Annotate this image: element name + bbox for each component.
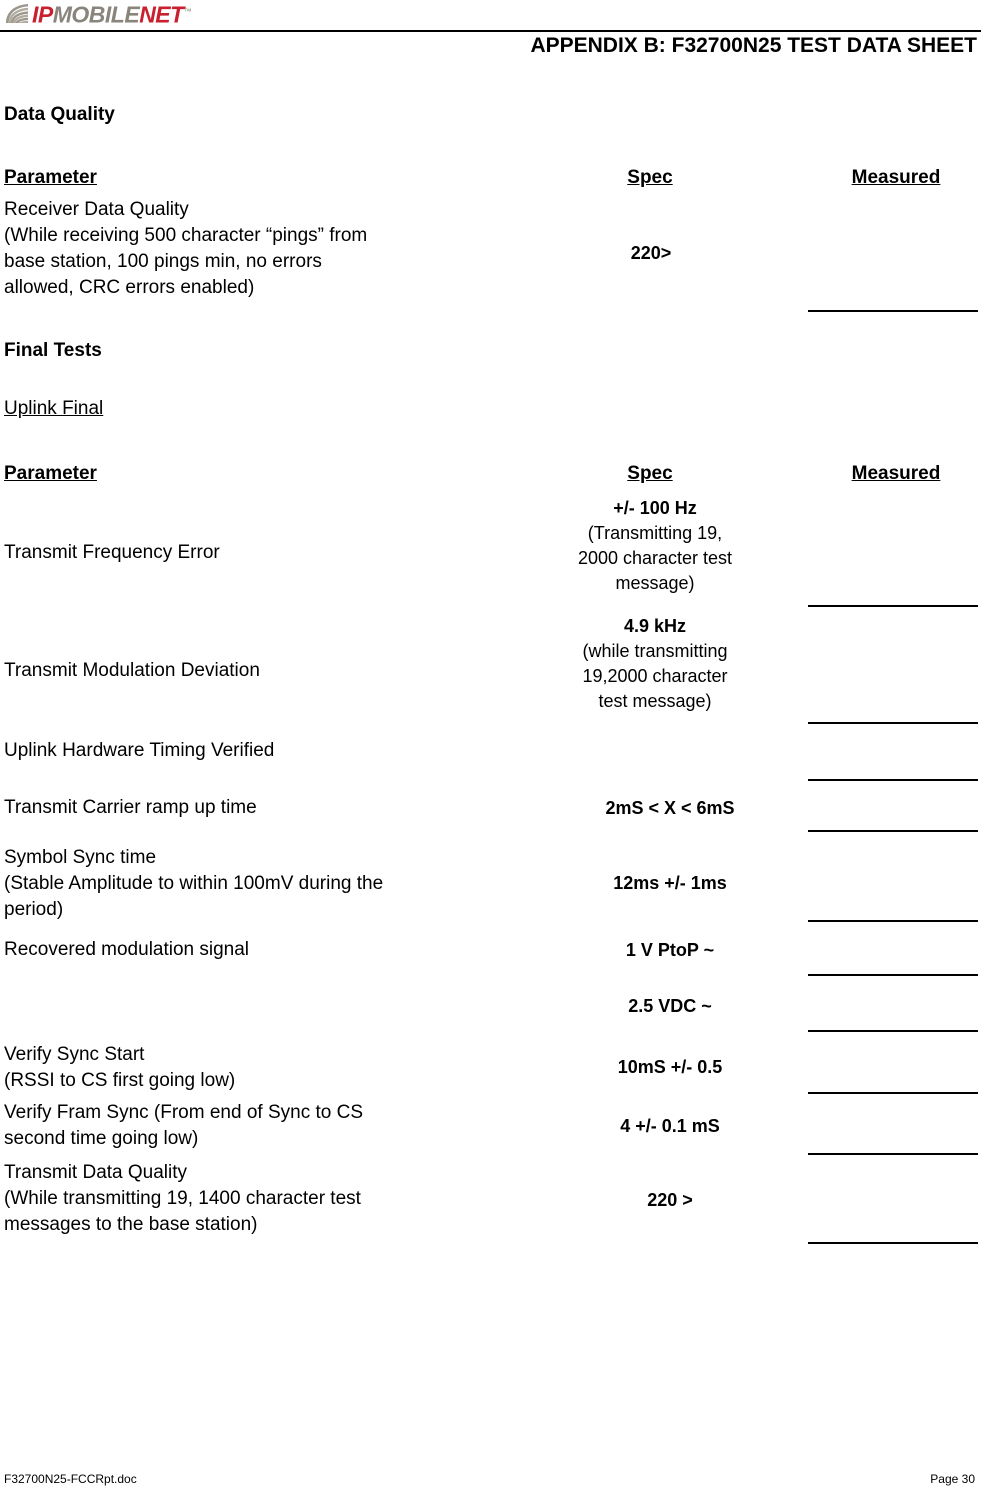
measured-blank-line[interactable] bbox=[808, 1030, 978, 1032]
spec-cell: 10mS +/- 0.5 bbox=[570, 1055, 770, 1080]
logo-text-mobile: MOBILE bbox=[52, 1, 140, 28]
measured-blank-line[interactable] bbox=[808, 779, 978, 781]
logo-trademark: ™ bbox=[183, 7, 192, 17]
measured-blank-line[interactable] bbox=[808, 1242, 978, 1244]
spec-cell: +/- 100 Hz (Transmitting 19, 2000 charact… bbox=[570, 496, 740, 596]
parameter-cell: Recovered modulation signal bbox=[4, 939, 250, 960]
parameter-cell: Transmit Data Quality (While transmittin… bbox=[4, 1162, 361, 1235]
spec-value: 4.9 kHz bbox=[623, 616, 687, 636]
parameter-cell: Uplink Hardware Timing Verified bbox=[4, 740, 275, 761]
spec-value: 12ms +/- 1ms bbox=[613, 873, 727, 893]
page-header: IPMOBILENET™ APPENDIX B: F32700N25 TEST … bbox=[0, 0, 981, 70]
section-heading-data-quality: Data Quality bbox=[4, 104, 115, 125]
column-header-parameter-1: Parameter bbox=[4, 167, 97, 188]
footer-page-number: Page 30 bbox=[930, 1472, 975, 1486]
column-header-measured-2: Measured bbox=[851, 463, 941, 484]
measured-blank-line[interactable] bbox=[808, 605, 978, 607]
spec-value: 1 V PtoP ~ bbox=[625, 940, 715, 960]
footer-filename: F32700N25-FCCRpt.doc bbox=[4, 1472, 137, 1486]
spec-cell: 4 +/- 0.1 mS bbox=[570, 1114, 770, 1139]
spec-value: 220 > bbox=[647, 1190, 693, 1210]
column-header-spec-1: Spec bbox=[627, 167, 673, 188]
measured-blank-line[interactable] bbox=[808, 830, 978, 832]
spec-value: 4 +/- 0.1 mS bbox=[620, 1116, 720, 1136]
ipmobilenet-logo: IPMOBILENET™ bbox=[4, 0, 192, 28]
spec-value: 2.5 VDC ~ bbox=[628, 996, 712, 1016]
measured-blank-line[interactable] bbox=[808, 722, 978, 724]
spec-value: +/- 100 Hz bbox=[613, 498, 697, 518]
column-header-measured-1: Measured bbox=[851, 167, 941, 188]
subsection-heading-uplink-final: Uplink Final bbox=[4, 398, 104, 419]
measured-blank-line[interactable] bbox=[808, 1092, 978, 1094]
spec-note: (while transmitting 19,2000 character te… bbox=[582, 641, 728, 711]
page-title: APPENDIX B: F32700N25 TEST DATA SHEET bbox=[530, 34, 977, 57]
column-header-parameter-2: Parameter bbox=[4, 463, 97, 484]
measured-blank-line[interactable] bbox=[808, 1153, 978, 1155]
section-heading-final-tests: Final Tests bbox=[4, 340, 102, 361]
logo-text-ip: IP bbox=[32, 1, 53, 28]
spec-value: 220> bbox=[630, 243, 672, 263]
parameter-cell: Receiver Data Quality (While receiving 5… bbox=[4, 199, 368, 298]
spec-cell: 1 V PtoP ~ bbox=[570, 938, 770, 963]
header-divider bbox=[0, 30, 981, 32]
spec-note: (Transmitting 19, 2000 character test me… bbox=[577, 523, 733, 593]
logo-text-net: NET bbox=[139, 1, 184, 28]
spec-cell: 2.5 VDC ~ bbox=[570, 994, 770, 1019]
parameter-cell: Symbol Sync time (Stable Amplitude to wi… bbox=[4, 847, 384, 920]
spec-value: 2mS < X < 6mS bbox=[605, 798, 735, 818]
measured-blank-line[interactable] bbox=[808, 920, 978, 922]
column-header-spec-2: Spec bbox=[627, 463, 673, 484]
measured-blank-line[interactable] bbox=[808, 974, 978, 976]
spec-cell: 2mS < X < 6mS bbox=[570, 796, 770, 821]
parameter-cell: Transmit Modulation Deviation bbox=[4, 660, 260, 681]
spec-cell: 4.9 kHz (while transmitting 19,2000 chara… bbox=[570, 614, 740, 714]
parameter-cell: Verify Sync Start (RSSI to CS first goin… bbox=[4, 1044, 236, 1091]
spec-cell: 220 > bbox=[570, 1188, 770, 1213]
spec-cell: 220> bbox=[595, 241, 707, 266]
parameter-cell: Transmit Frequency Error bbox=[4, 542, 220, 563]
measured-blank-line[interactable] bbox=[808, 310, 978, 312]
spec-value: 10mS +/- 0.5 bbox=[617, 1057, 723, 1077]
parameter-cell: Verify Fram Sync (From end of Sync to CS… bbox=[4, 1102, 363, 1149]
spec-cell: 12ms +/- 1ms bbox=[570, 871, 770, 896]
logo-wordmark: IPMOBILENET™ bbox=[32, 0, 192, 28]
parameter-cell: Transmit Carrier ramp up time bbox=[4, 797, 257, 818]
document-page: IPMOBILENET™ APPENDIX B: F32700N25 TEST … bbox=[0, 0, 981, 1500]
logo-swoosh-icon bbox=[6, 3, 28, 23]
